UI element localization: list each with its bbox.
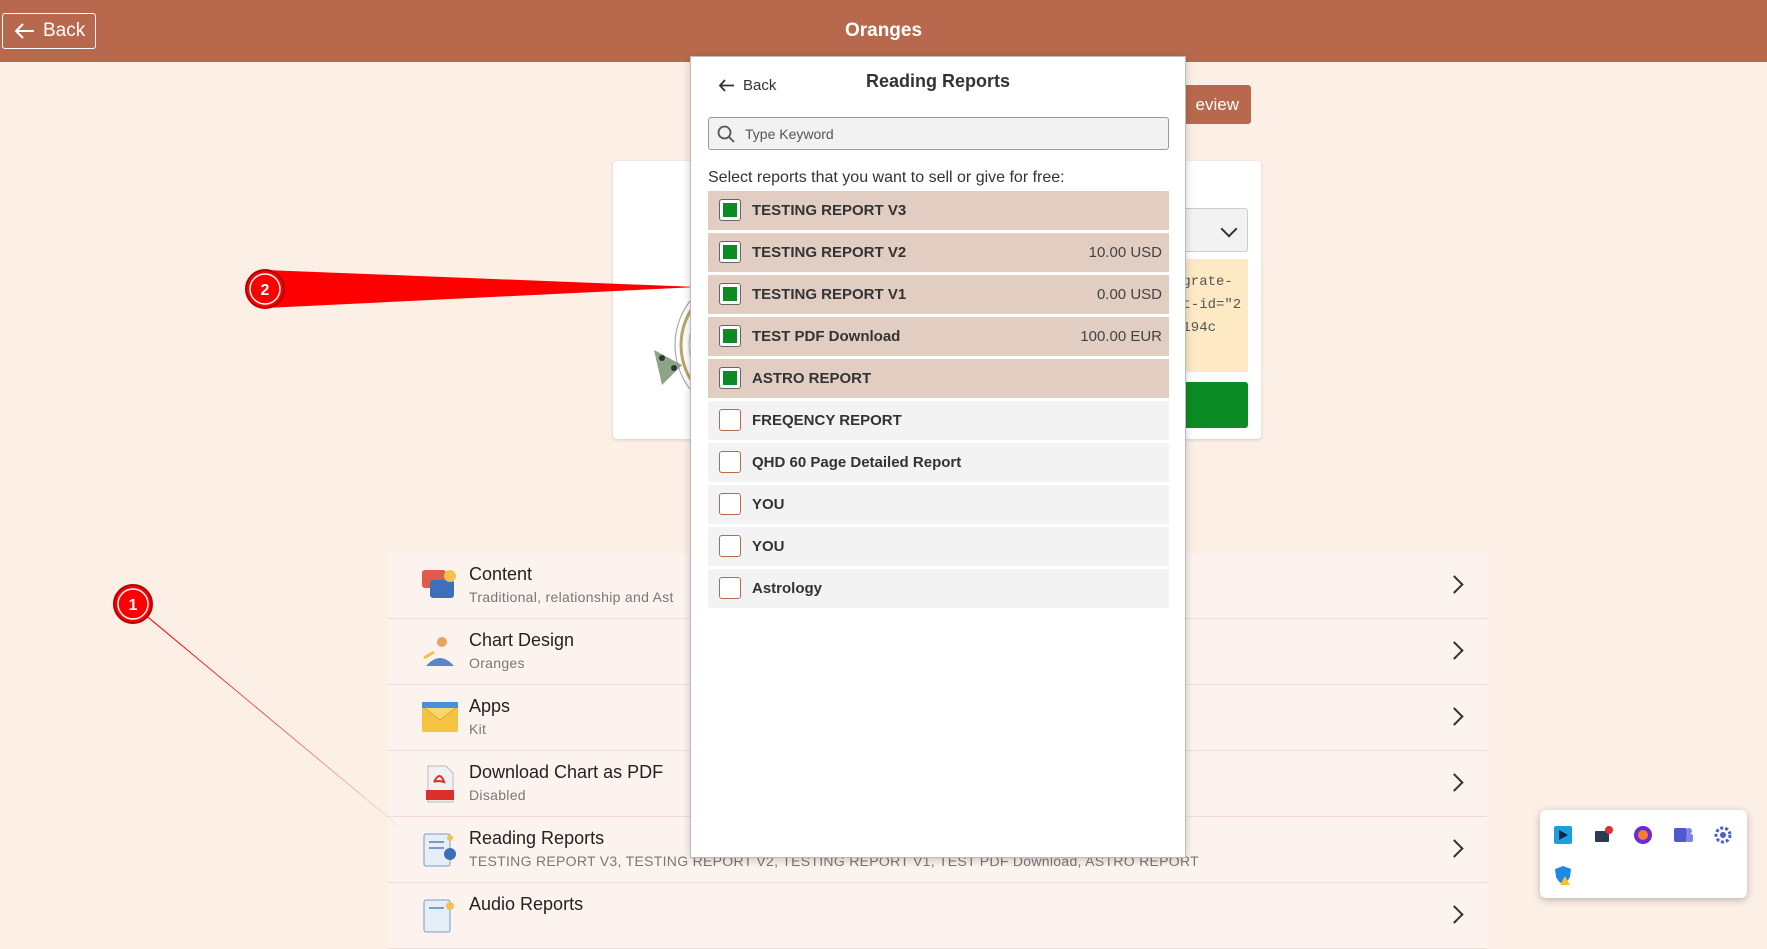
report-price: 10.00 USD (1088, 244, 1162, 261)
report-checkbox[interactable] (719, 493, 741, 515)
report-item[interactable]: YOU (708, 527, 1169, 566)
list-item-title: Apps (469, 696, 511, 716)
app-icon-2[interactable] (1592, 824, 1614, 846)
report-checkbox[interactable] (719, 451, 741, 473)
chart-design-icon (423, 637, 454, 666)
pdf-icon (426, 765, 454, 803)
list-item-title: Audio Reports (469, 894, 584, 914)
annotation-label-1: 1 (129, 597, 138, 614)
report-price: 0.00 USD (1096, 286, 1162, 303)
report-item[interactable]: Astrology (708, 569, 1169, 608)
chevron-right-icon (1445, 905, 1464, 924)
audio-reports-icon (423, 899, 454, 933)
report-name: ASTRO REPORT (752, 370, 872, 387)
reading-reports-modal: Back Reading Reports Select reports that… (690, 56, 1186, 858)
report-item[interactable]: TEST PDF Download 100.00 EUR (708, 317, 1169, 356)
list-item-title: Reading Reports (469, 828, 605, 848)
list-item-audio-reports[interactable]: Audio Reports (388, 883, 1487, 949)
report-checkbox[interactable] (719, 535, 741, 557)
chevron-right-icon (1445, 707, 1464, 726)
report-checkbox[interactable] (719, 577, 741, 599)
chevron-right-icon (1445, 773, 1464, 792)
search-icon (717, 125, 735, 143)
report-item[interactable]: FREQENCY REPORT (708, 401, 1169, 440)
report-item[interactable]: TESTING REPORT V3 (708, 191, 1169, 230)
report-price: 100.00 EUR (1080, 328, 1162, 345)
list-item-subtitle: Kit (469, 721, 487, 737)
chevron-right-icon (1445, 641, 1464, 660)
reports-list: TESTING REPORT V3 TESTING REPORT V2 10.0… (708, 191, 1169, 611)
report-name: TEST PDF Download (752, 328, 901, 345)
report-name: YOU (752, 496, 785, 513)
reading-reports-icon (423, 833, 456, 867)
report-checkbox[interactable] (719, 409, 741, 431)
list-item-title: Chart Design (469, 630, 575, 650)
settings-icon[interactable] (1712, 824, 1734, 846)
report-checkbox[interactable] (719, 241, 741, 263)
page-title: Oranges (844, 20, 923, 41)
chevron-right-icon (1445, 839, 1464, 858)
list-item-subtitle: Disabled (469, 787, 526, 803)
chevron-down-icon (1220, 220, 1238, 238)
report-item[interactable]: TESTING REPORT V1 0.00 USD (708, 275, 1169, 314)
report-name: TESTING REPORT V1 (752, 286, 907, 303)
list-item-title: Content (469, 564, 533, 584)
annotation-label-2: 2 (261, 282, 270, 299)
apps-icon (421, 702, 459, 732)
top-bar: Back Oranges (0, 0, 1767, 62)
report-checkbox[interactable] (719, 367, 741, 389)
teams-icon[interactable] (1672, 824, 1694, 846)
app-icon-1[interactable] (1552, 824, 1574, 846)
report-name: Astrology (752, 580, 823, 597)
list-item-subtitle: Oranges (469, 655, 525, 671)
chevron-right-icon (1445, 575, 1464, 594)
system-tray-popup (1540, 810, 1747, 898)
report-name: YOU (752, 538, 785, 555)
report-name: QHD 60 Page Detailed Report (752, 454, 962, 471)
modal-title: Reading Reports (865, 71, 1011, 91)
annotation-badge-2 (245, 269, 285, 309)
search-box (708, 117, 1169, 150)
app-icon-3[interactable] (1632, 824, 1654, 846)
search-input[interactable] (743, 124, 1147, 143)
report-item[interactable]: ASTRO REPORT (708, 359, 1169, 398)
report-name: FREQENCY REPORT (752, 412, 902, 429)
content-icon (422, 570, 456, 598)
shield-warning-icon[interactable] (1552, 864, 1574, 886)
report-item[interactable]: YOU (708, 485, 1169, 524)
report-item[interactable]: QHD 60 Page Detailed Report (708, 443, 1169, 482)
report-name: TESTING REPORT V2 (752, 244, 907, 261)
report-checkbox[interactable] (719, 325, 741, 347)
report-checkbox[interactable] (719, 283, 741, 305)
list-item-title: Download Chart as PDF (469, 762, 664, 782)
list-item-subtitle: Traditional, relationship and Ast (469, 589, 674, 605)
annotation-pointer-1 (118, 593, 413, 838)
report-name: TESTING REPORT V3 (752, 202, 907, 219)
instruction-text: Select reports that you want to sell or … (708, 169, 1065, 186)
annotation-badge-1 (113, 584, 153, 624)
report-checkbox[interactable] (719, 199, 741, 221)
report-item[interactable]: TESTING REPORT V2 10.00 USD (708, 233, 1169, 272)
